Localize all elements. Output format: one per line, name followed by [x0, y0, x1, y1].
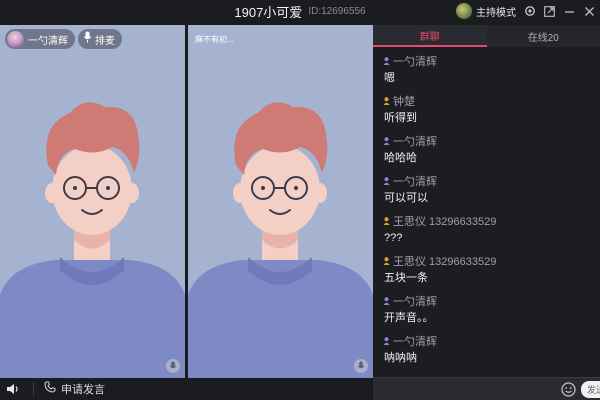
settings-icon[interactable]: [523, 5, 536, 18]
minimize-icon[interactable]: [563, 5, 576, 18]
host-avatar[interactable]: [456, 3, 472, 19]
default-avatar-illustration: [0, 102, 185, 378]
speaker-volume-icon[interactable]: [5, 381, 21, 397]
video-panel-right[interactable]: 麻不有初...: [188, 25, 373, 378]
chat-text: 可以可以: [384, 192, 428, 204]
chat-message: 一勺清辉 开声音。。: [373, 293, 600, 333]
chat-username[interactable]: 一勺清辉: [393, 173, 437, 189]
chat-username[interactable]: 一勺清辉: [393, 133, 437, 149]
mic-status-icon: [166, 359, 180, 373]
chat-panel: 群聊 在线20 一勺清辉 嗯 钟楚 听得到 一勺清辉 哈哈哈 一勺清辉 可以可以…: [373, 25, 600, 400]
chat-tabs: 群聊 在线20: [373, 25, 600, 47]
speaker-name: 一勺清辉: [28, 35, 68, 47]
chat-text: ???: [384, 232, 403, 244]
phone-icon: [44, 380, 56, 398]
tab-online-users[interactable]: 在线20: [486, 25, 600, 47]
chat-message: 王思仪 13296633529 ???: [373, 213, 600, 253]
queue-mic-label: 排麦: [95, 35, 115, 47]
tab-group-chat[interactable]: 群聊: [373, 25, 487, 47]
chat-username[interactable]: 王思仪 13296633529: [393, 213, 496, 229]
user-level-icon: [383, 137, 390, 145]
titlebar-controls: 主持模式: [456, 2, 596, 20]
microphone-icon: [83, 30, 92, 48]
user-level-icon: [383, 337, 390, 345]
room-title: 1907小可爱: [234, 4, 303, 20]
chat-text: 听得到: [384, 112, 417, 124]
chat-message: 一勺清辉 可以可以: [373, 173, 600, 213]
chat-text: 哈哈哈: [384, 152, 417, 164]
user-level-icon: [383, 297, 390, 305]
chat-message: 钟楚 听得到: [373, 93, 600, 133]
toolbar-separator: [33, 382, 34, 396]
user-level-icon: [383, 57, 390, 65]
apply-speak-label: 申请发言: [61, 384, 105, 396]
title-bar: 1907小可爱 ID:12696556 主持模式: [0, 0, 600, 22]
default-avatar-illustration: [188, 102, 373, 378]
chat-input-field[interactable]: 发送: [373, 377, 600, 400]
queue-mic-button[interactable]: 排麦: [78, 29, 122, 49]
speaker-name-chip[interactable]: 一勺清辉: [5, 29, 75, 49]
popout-icon[interactable]: [543, 5, 556, 18]
mic-status-icon: [354, 359, 368, 373]
user-level-icon: [383, 97, 390, 105]
user-level-icon: [383, 217, 390, 225]
send-button[interactable]: 发送: [581, 381, 600, 398]
chat-username[interactable]: 王思仪 13296633529: [393, 253, 496, 269]
room-id: ID:12696556: [308, 5, 366, 17]
chat-text: 嗯: [384, 72, 395, 84]
chat-message: 一勺清辉 呐呐呐: [373, 333, 600, 373]
chat-message-list[interactable]: 一勺清辉 嗯 钟楚 听得到 一勺清辉 哈哈哈 一勺清辉 可以可以 王思仪 132…: [373, 49, 600, 377]
chat-message: 一勺清辉 哈哈哈: [373, 133, 600, 173]
chat-username[interactable]: 一勺清辉: [393, 333, 437, 349]
user-level-icon: [383, 177, 390, 185]
chat-text: 开声音。。: [384, 312, 434, 324]
chat-username[interactable]: 一勺清辉: [393, 53, 437, 69]
user-level-icon: [383, 257, 390, 265]
speaker-name: 麻不有初...: [195, 35, 234, 44]
bottom-toolbar: 申请发言: [0, 378, 373, 400]
video-panel-left[interactable]: 一勺清辉 排麦: [0, 25, 185, 378]
chat-text: 呐呐呐: [384, 352, 417, 364]
chat-message: 王思仪 13296633529 五块一条: [373, 253, 600, 293]
chat-username[interactable]: 钟楚: [393, 93, 415, 109]
speaker-avatar: [7, 30, 24, 48]
apply-speak-button[interactable]: 申请发言: [44, 380, 105, 398]
chat-text: 五块一条: [384, 272, 428, 284]
close-icon[interactable]: [583, 5, 596, 18]
host-mode-button[interactable]: 主持模式: [476, 4, 516, 19]
chat-message: 一勺清辉 嗯: [373, 53, 600, 93]
chat-username[interactable]: 一勺清辉: [393, 293, 437, 309]
emoji-icon[interactable]: [561, 382, 576, 397]
